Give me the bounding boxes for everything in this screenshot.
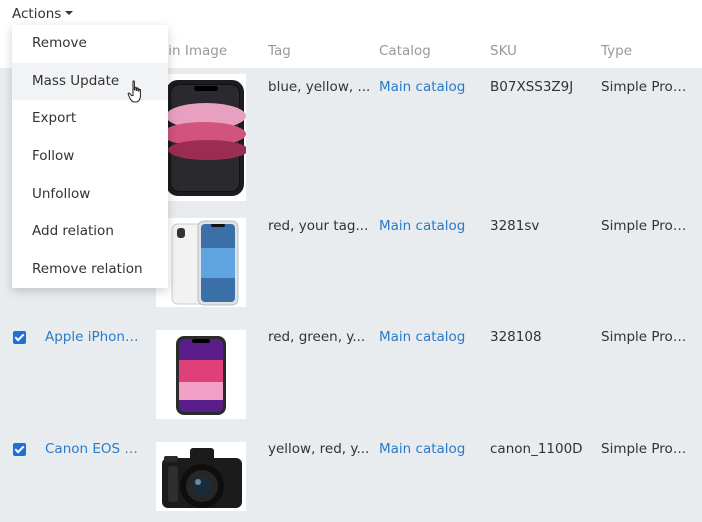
tag-cell: blue, yellow, ...	[268, 79, 371, 95]
type-cell: Simple Prod...	[601, 218, 694, 234]
sku-cell: 328108	[490, 329, 542, 345]
menu-item-remove[interactable]: Remove	[12, 25, 168, 62]
column-header-main-image[interactable]: ain Image	[160, 30, 227, 68]
menu-item-unfollow[interactable]: Unfollow	[12, 176, 168, 213]
catalog-link[interactable]: Main catalog	[379, 79, 483, 95]
menu-item-add-relation[interactable]: Add relation	[12, 213, 168, 250]
camera-image	[156, 442, 246, 511]
tag-cell: red, your tag...	[268, 218, 369, 234]
sku-cell: 3281sv	[490, 218, 540, 234]
type-cell: Simple Prod...	[601, 441, 694, 457]
column-header-tag[interactable]: Tag	[268, 30, 291, 68]
tag-cell: red, green, y...	[268, 329, 366, 345]
sku-cell: canon_1100D	[490, 441, 583, 457]
table-row[interactable]: Apple iPhone... red, green, y... Main ca…	[0, 319, 702, 431]
tag-cell: yellow, red, y...	[268, 441, 370, 457]
type-cell: Simple Prod...	[601, 329, 694, 345]
column-header-type[interactable]: Type	[601, 30, 632, 68]
product-name-link[interactable]: Apple iPhone...	[45, 329, 145, 345]
caret-down-icon	[65, 11, 74, 15]
actions-dropdown-menu: Remove Mass Update Export Follow Unfollo…	[12, 25, 168, 288]
menu-item-follow[interactable]: Follow	[12, 138, 168, 175]
iphone-x-image	[156, 330, 246, 419]
table-row[interactable]: Canon EOS 1... yellow, red, y... Main ca…	[0, 431, 702, 522]
column-header-catalog[interactable]: Catalog	[379, 30, 431, 68]
type-cell: Simple Prod...	[601, 79, 694, 95]
catalog-link[interactable]: Main catalog	[379, 329, 483, 345]
actions-button[interactable]: Actions	[12, 5, 74, 23]
sku-cell: B07XSS3Z9J	[490, 79, 574, 95]
catalog-link[interactable]: Main catalog	[379, 218, 483, 234]
actions-label: Actions	[12, 6, 62, 22]
row-checkbox[interactable]	[13, 331, 26, 344]
hand-pointer-icon	[127, 80, 141, 103]
column-header-sku[interactable]: SKU	[490, 30, 517, 68]
row-checkbox[interactable]	[13, 443, 26, 456]
iphone-xr-image	[156, 218, 246, 307]
menu-item-remove-relation[interactable]: Remove relation	[12, 251, 168, 288]
iphone-11-image	[156, 74, 246, 201]
product-name-link[interactable]: Canon EOS 1...	[45, 441, 145, 457]
catalog-link[interactable]: Main catalog	[379, 441, 483, 457]
menu-item-export[interactable]: Export	[12, 100, 168, 137]
